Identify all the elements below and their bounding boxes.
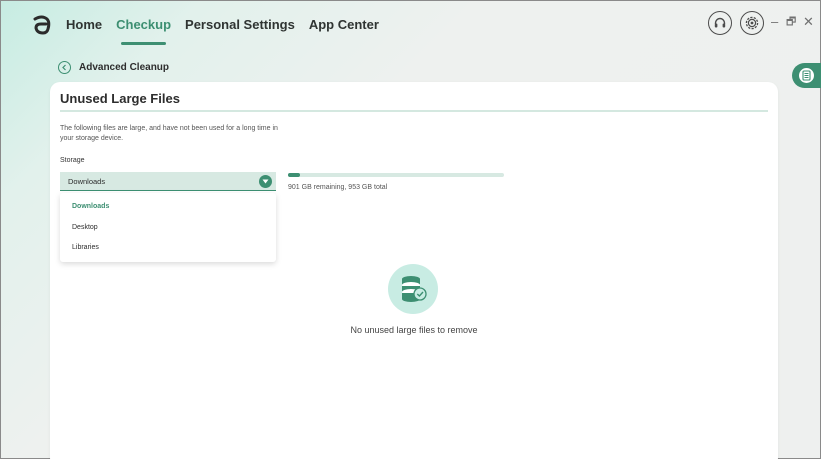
database-check-icon <box>402 276 427 302</box>
side-panel-button[interactable] <box>792 63 821 88</box>
dropdown-option-downloads[interactable]: Downloads <box>72 203 109 210</box>
chevron-down-icon[interactable] <box>259 175 272 188</box>
restore-button[interactable]: 🗗 <box>786 15 796 29</box>
dropdown-option-libraries[interactable]: Libraries <box>72 244 99 251</box>
storage-select-value: Downloads <box>68 176 106 186</box>
top-bar: Home Checkup Personal Settings App Cente… <box>0 0 821 52</box>
empty-state-message: No unused large files to remove <box>350 325 478 335</box>
storage-dropdown: Downloads Desktop Libraries <box>60 193 276 262</box>
main-nav: Home Checkup Personal Settings App Cente… <box>66 17 379 45</box>
close-button[interactable]: ✕ <box>803 15 814 29</box>
storage-label: Storage <box>60 157 85 164</box>
storage-select[interactable]: Downloads <box>60 172 276 191</box>
storage-progress-fill <box>288 173 300 177</box>
dropdown-option-desktop[interactable]: Desktop <box>72 224 98 231</box>
settings-icon <box>745 16 759 30</box>
nav-home[interactable]: Home <box>66 17 102 32</box>
back-arrow-icon[interactable] <box>58 61 71 74</box>
document-list-icon <box>799 68 814 83</box>
empty-state-icon-circle <box>388 264 438 314</box>
unused-files-card: Unused Large Files The following files a… <box>50 82 778 459</box>
nav-checkup[interactable]: Checkup <box>116 17 171 45</box>
nav-personal-settings[interactable]: Personal Settings <box>185 17 295 32</box>
settings-button[interactable] <box>740 11 764 35</box>
support-button[interactable] <box>708 11 732 35</box>
storage-progress-bar <box>288 173 504 177</box>
storage-info-text: 901 GB remaining, 953 GB total <box>288 184 388 191</box>
card-title: Unused Large Files <box>60 91 180 106</box>
page-title: Advanced Cleanup <box>79 62 170 73</box>
app-logo-icon <box>33 15 51 35</box>
back-nav[interactable]: Advanced Cleanup <box>58 61 169 74</box>
minimize-button[interactable]: – <box>771 15 778 29</box>
title-divider <box>60 110 768 112</box>
nav-app-center[interactable]: App Center <box>309 17 379 32</box>
card-description: The following files are large, and have … <box>60 125 278 142</box>
headset-icon <box>714 17 726 28</box>
